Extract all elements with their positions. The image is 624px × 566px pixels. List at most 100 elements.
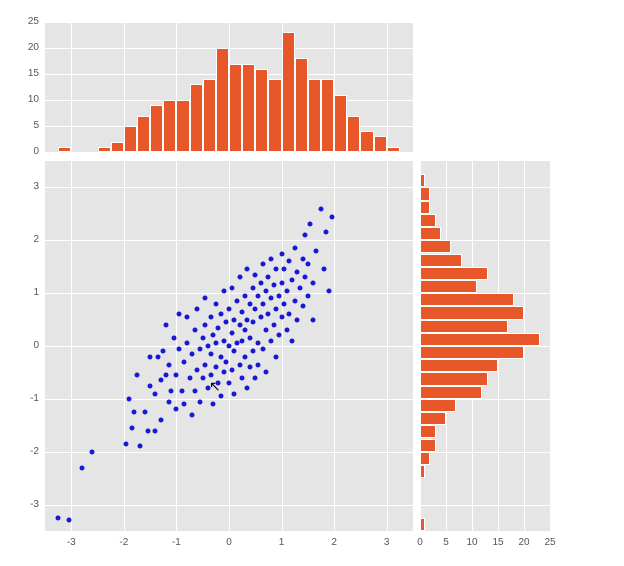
scatter-point bbox=[145, 428, 150, 433]
scatter-point bbox=[221, 288, 226, 293]
scatter-point bbox=[253, 307, 258, 312]
scatter-point bbox=[311, 317, 316, 322]
scatter-point bbox=[279, 314, 284, 319]
scatter-point bbox=[124, 441, 129, 446]
scatter-point bbox=[216, 381, 221, 386]
scatter-point bbox=[237, 275, 242, 280]
scatter-point bbox=[300, 304, 305, 309]
scatter-point bbox=[245, 386, 250, 391]
scatter-point bbox=[79, 465, 84, 470]
scatter-point bbox=[245, 267, 250, 272]
scatter-point bbox=[174, 407, 179, 412]
scatter-point bbox=[303, 233, 308, 238]
hist-bar bbox=[420, 465, 425, 478]
scatter-point bbox=[200, 336, 205, 341]
tick-label: -2 bbox=[30, 446, 39, 457]
hist-bar bbox=[420, 267, 488, 280]
scatter-point bbox=[205, 386, 210, 391]
hist-bar bbox=[420, 320, 508, 333]
scatter-point bbox=[171, 336, 176, 341]
scatter-point bbox=[219, 394, 224, 399]
scatter-point bbox=[300, 256, 305, 261]
hist-bar bbox=[420, 518, 425, 531]
scatter-point bbox=[184, 314, 189, 319]
scatter-point bbox=[261, 301, 266, 306]
scatter-point bbox=[153, 391, 158, 396]
scatter-point bbox=[195, 307, 200, 312]
hist-bar bbox=[360, 131, 373, 152]
scatter-point bbox=[292, 246, 297, 251]
scatter-point bbox=[232, 349, 237, 354]
tick-label: 25 bbox=[28, 16, 39, 27]
scatter-point bbox=[227, 344, 232, 349]
scatter-point bbox=[177, 346, 182, 351]
scatter-point bbox=[266, 275, 271, 280]
scatter-point bbox=[269, 296, 274, 301]
scatter-point bbox=[253, 272, 258, 277]
hist-bar bbox=[150, 105, 163, 152]
scatter-point bbox=[245, 317, 250, 322]
scatter-point bbox=[129, 425, 134, 430]
scatter-point bbox=[227, 381, 232, 386]
scatter-point bbox=[250, 285, 255, 290]
tick-label: 20 bbox=[518, 537, 529, 548]
scatter-point bbox=[261, 346, 266, 351]
hist-bar bbox=[420, 174, 425, 187]
hist-bar bbox=[420, 372, 488, 385]
scatter-point bbox=[305, 293, 310, 298]
scatter-point bbox=[274, 267, 279, 272]
scatter-point bbox=[174, 373, 179, 378]
tick-label: 5 bbox=[443, 537, 449, 548]
scatter-point bbox=[208, 314, 213, 319]
scatter-point bbox=[274, 307, 279, 312]
hist-bar bbox=[347, 116, 360, 152]
scatter-point bbox=[221, 338, 226, 343]
scatter-point bbox=[227, 307, 232, 312]
scatter-point bbox=[229, 330, 234, 335]
hist-bar bbox=[420, 227, 441, 240]
scatter-point bbox=[158, 418, 163, 423]
scatter-point bbox=[192, 388, 197, 393]
hist-bar bbox=[308, 79, 321, 152]
hist-bar bbox=[420, 452, 430, 465]
scatter-point bbox=[324, 230, 329, 235]
scatter-point bbox=[287, 312, 292, 317]
scatter-point bbox=[248, 365, 253, 370]
scatter-point bbox=[255, 293, 260, 298]
scatter-point bbox=[148, 354, 153, 359]
scatter-point bbox=[271, 283, 276, 288]
scatter-point bbox=[213, 365, 218, 370]
scatter-point bbox=[179, 388, 184, 393]
scatter-point bbox=[242, 293, 247, 298]
hist-bar bbox=[203, 79, 216, 152]
scatter-point bbox=[250, 349, 255, 354]
scatter-point bbox=[205, 344, 210, 349]
scatter-point bbox=[279, 251, 284, 256]
tick-label: 0 bbox=[33, 146, 39, 157]
scatter-point bbox=[182, 402, 187, 407]
scatter-point bbox=[258, 314, 263, 319]
tick-label: 1 bbox=[33, 287, 39, 298]
hist-bar bbox=[420, 240, 451, 253]
scatter-point bbox=[190, 412, 195, 417]
tick-label: -2 bbox=[119, 537, 128, 548]
scatter-point bbox=[295, 270, 300, 275]
hist-bar bbox=[98, 147, 111, 152]
hist-bar bbox=[420, 187, 430, 200]
scatter-point bbox=[213, 301, 218, 306]
scatter-point bbox=[156, 354, 161, 359]
scatter-point bbox=[263, 328, 268, 333]
hist-bar bbox=[420, 439, 436, 452]
right-histogram-panel bbox=[420, 161, 550, 531]
scatter-point bbox=[282, 301, 287, 306]
scatter-point bbox=[290, 338, 295, 343]
tick-label: 2 bbox=[331, 537, 337, 548]
scatter-point bbox=[263, 288, 268, 293]
scatter-point bbox=[127, 396, 132, 401]
scatter-point bbox=[303, 275, 308, 280]
hist-bar bbox=[420, 254, 462, 267]
hist-bar bbox=[321, 79, 334, 152]
hist-bar bbox=[420, 306, 524, 319]
scatter-point bbox=[240, 309, 245, 314]
hist-bar bbox=[163, 100, 176, 152]
